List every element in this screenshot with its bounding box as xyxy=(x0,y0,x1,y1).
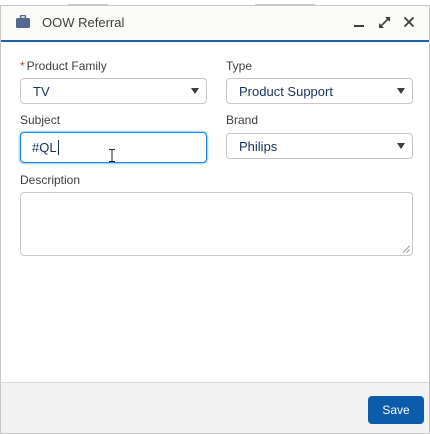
required-indicator: * xyxy=(20,59,25,73)
description-textarea[interactable] xyxy=(20,192,413,256)
product-family-value: TV xyxy=(33,83,50,99)
minimize-button[interactable] xyxy=(350,12,368,32)
close-button[interactable] xyxy=(400,12,418,32)
text-cursor xyxy=(57,140,59,155)
subject-value: #QL xyxy=(32,140,57,155)
chevron-down-icon xyxy=(397,88,405,94)
minimize-icon xyxy=(354,25,364,27)
brand-label: Brand xyxy=(226,113,259,127)
dialog-header: OOW Referral xyxy=(1,6,429,42)
expand-icon xyxy=(378,16,390,28)
referral-dialog: OOW Referral * Product Family TV Type Pr… xyxy=(0,5,430,434)
brand-select[interactable]: Philips xyxy=(226,133,413,159)
briefcase-icon xyxy=(16,15,30,28)
type-value: Product Support xyxy=(239,83,333,99)
save-button[interactable]: Save xyxy=(368,396,424,424)
expand-button[interactable] xyxy=(375,12,393,32)
dialog-title: OOW Referral xyxy=(42,15,125,30)
close-icon xyxy=(403,16,415,28)
ibeam-cursor-icon xyxy=(109,149,115,162)
subject-label: Subject xyxy=(20,113,61,127)
description-label: Description xyxy=(20,173,81,187)
product-family-label-text: Product Family xyxy=(26,59,107,73)
type-select[interactable]: Product Support xyxy=(226,78,413,104)
resize-grip-icon[interactable] xyxy=(402,245,410,253)
product-family-label: * Product Family xyxy=(20,59,107,73)
type-label: Type xyxy=(226,59,253,73)
product-family-select[interactable]: TV xyxy=(20,78,207,104)
brand-value: Philips xyxy=(239,138,278,154)
dialog-footer: Save xyxy=(1,382,429,433)
chevron-down-icon xyxy=(191,88,199,94)
chevron-down-icon xyxy=(397,143,405,149)
